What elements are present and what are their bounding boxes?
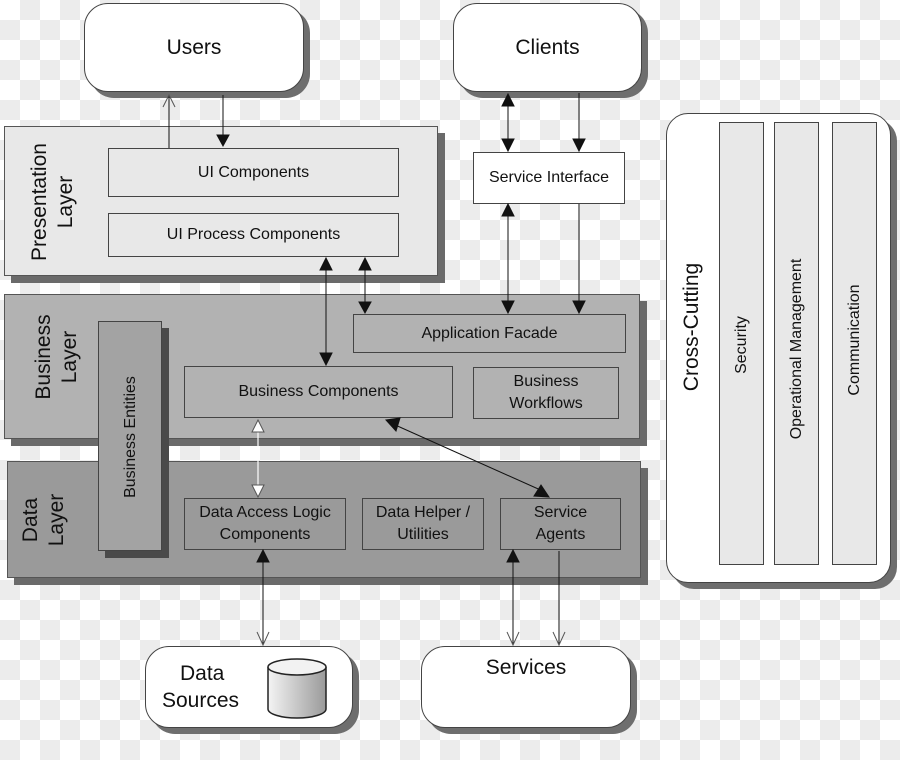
data-layer-title-text: Data Layer bbox=[19, 493, 68, 547]
business-workflows-label-line1: Business bbox=[513, 373, 579, 390]
communication-label: Communication bbox=[846, 284, 863, 396]
clients-label: Clients bbox=[515, 35, 580, 59]
business-components: Business Components bbox=[184, 366, 453, 418]
database-icon bbox=[267, 658, 327, 719]
arrowhead-open-down-services-1 bbox=[506, 631, 520, 647]
arrowhead-up-clients bbox=[501, 92, 515, 107]
ui-process-components-label: UI Process Components bbox=[166, 226, 341, 243]
business-components-label: Business Components bbox=[238, 383, 399, 400]
data-access-logic-components: Data Access Logic Components bbox=[184, 498, 346, 550]
operational-management-label: Operational Management bbox=[788, 258, 805, 440]
presentation-layer-title-text: Presentation Layer bbox=[28, 143, 77, 261]
service-interface: Service Interface bbox=[473, 152, 625, 204]
business-layer-title: Business Layer bbox=[31, 307, 83, 407]
ui-components: UI Components bbox=[108, 148, 399, 197]
ui-process-components: UI Process Components bbox=[108, 213, 399, 257]
business-entities: Business Entities bbox=[98, 321, 162, 551]
service-interface-label: Service Interface bbox=[488, 169, 610, 186]
data-access-label-line1: Data Access Logic bbox=[199, 504, 331, 521]
services-label: Services bbox=[485, 656, 567, 679]
business-workflows: Business Workflows bbox=[473, 367, 619, 419]
business-entities-label: Business Entities bbox=[122, 376, 139, 498]
application-facade: Application Facade bbox=[353, 314, 626, 353]
service-agents: Service Agents bbox=[500, 498, 621, 550]
arrowhead-down-si-2 bbox=[572, 138, 586, 153]
data-helper-label-line2: Utilities bbox=[397, 526, 449, 543]
presentation-layer-title: Presentation Layer bbox=[27, 127, 79, 277]
cross-cutting-operational-management: Operational Management bbox=[774, 122, 819, 565]
data-sources-label-line1: Data bbox=[180, 662, 225, 685]
business-workflows-label-line2: Workflows bbox=[509, 395, 583, 412]
users-label: Users bbox=[166, 35, 222, 59]
service-agents-label-line2: Agents bbox=[535, 526, 586, 543]
data-layer-title: Data Layer bbox=[18, 485, 70, 555]
cross-cutting-security: Security bbox=[719, 122, 764, 565]
security-label: Security bbox=[733, 316, 750, 374]
data-sources-label-line2: Sources bbox=[162, 689, 240, 712]
business-layer-title-text: Business Layer bbox=[32, 314, 81, 400]
arrowhead-open-up-users bbox=[162, 93, 176, 108]
data-access-label-line2: Components bbox=[219, 526, 311, 543]
arrowhead-up-si bbox=[501, 202, 515, 217]
arrowhead-down-si-1 bbox=[501, 138, 515, 153]
services-box: Services bbox=[421, 646, 631, 728]
data-sources-label: Data Sources bbox=[162, 660, 239, 714]
cross-cutting-communication: Communication bbox=[832, 122, 877, 565]
cross-cutting-title: Cross-Cutting bbox=[680, 262, 703, 392]
clients-box: Clients bbox=[453, 3, 642, 92]
arrowhead-open-down-datasources bbox=[256, 631, 270, 647]
service-agents-label-line1: Service bbox=[533, 504, 588, 521]
users-box: Users bbox=[84, 3, 304, 92]
data-sources-box: Data Sources bbox=[145, 646, 353, 728]
ui-components-label: UI Components bbox=[197, 163, 310, 181]
application-facade-label: Application Facade bbox=[421, 324, 558, 342]
arrowhead-open-down-services-2 bbox=[552, 631, 566, 647]
data-helper-utilities: Data Helper / Utilities bbox=[362, 498, 484, 550]
data-helper-label-line1: Data Helper / bbox=[375, 504, 471, 521]
